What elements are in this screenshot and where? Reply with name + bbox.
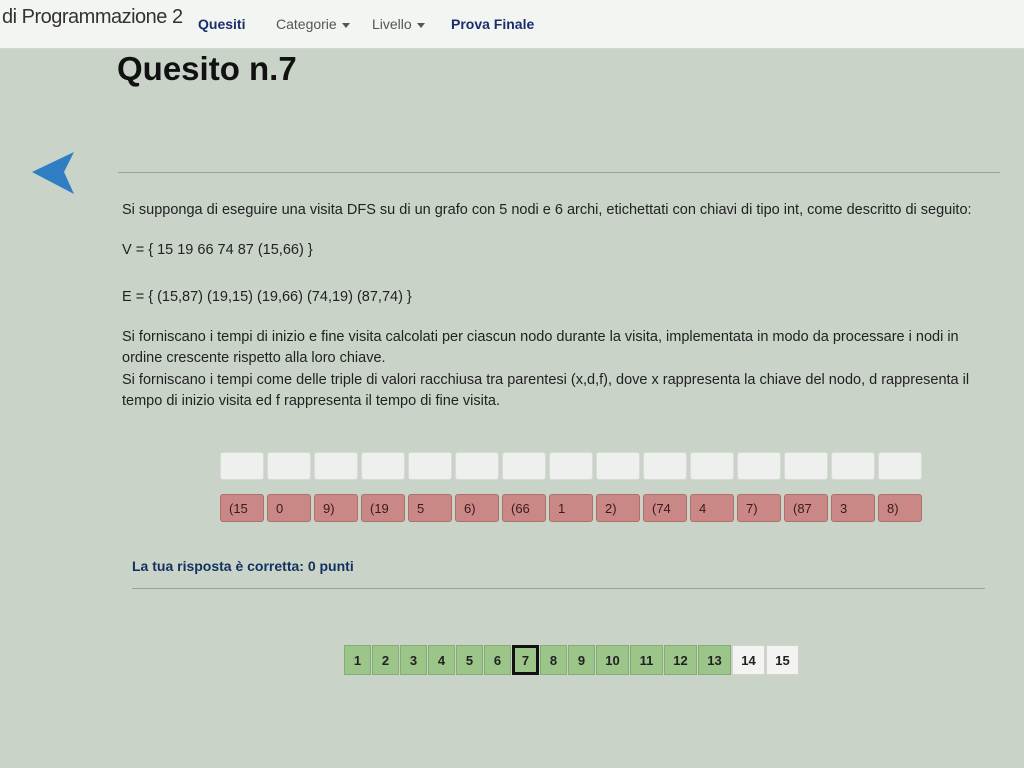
chevron-down-icon [416,22,425,28]
page-button-1[interactable]: 1 [344,645,371,675]
correct-answer-cell: 2) [596,494,640,522]
nav-categorie-label: Categorie [276,16,337,32]
page-button-6[interactable]: 6 [484,645,511,675]
correct-answer-cell: (66 [502,494,546,522]
page-button-2[interactable]: 2 [372,645,399,675]
divider [118,172,1000,173]
top-navbar: di Programmazione 2 Quesiti Categorie Li… [0,0,1024,49]
question-intro: Si supponga di eseguire una visita DFS s… [122,202,972,218]
answer-input-cell[interactable] [361,452,405,480]
answer-input-cell[interactable] [596,452,640,480]
correct-answer-cell: (15 [220,494,264,522]
answer-input-cell[interactable] [408,452,452,480]
answer-input-cell[interactable] [455,452,499,480]
brand-title[interactable]: di Programmazione 2 [2,6,183,29]
page-button-15[interactable]: 15 [766,645,799,675]
correct-answer-cell: (19 [361,494,405,522]
correct-answer-cell: 8) [878,494,922,522]
page-button-11[interactable]: 11 [630,645,663,675]
result-message: La tua risposta è corretta: 0 punti [132,558,354,574]
correct-answer-cell: (87 [784,494,828,522]
correct-answer-cell: 5 [408,494,452,522]
question-format-instructions: Si forniscano i tempi come delle triple … [122,372,970,409]
page-button-13[interactable]: 13 [698,645,731,675]
page-button-8[interactable]: 8 [540,645,567,675]
answer-input-cell[interactable] [690,452,734,480]
answer-input-cell[interactable] [784,452,828,480]
page-button-7[interactable]: 7 [512,645,539,675]
correct-answer-cell: 9) [314,494,358,522]
answer-input-cell[interactable] [267,452,311,480]
divider [132,588,985,589]
chevron-down-icon [341,22,350,28]
answer-input-cell[interactable] [549,452,593,480]
page-button-12[interactable]: 12 [664,645,697,675]
answer-input-cell[interactable] [502,452,546,480]
correct-answers-row: (15 0 9) (19 5 6) (66 1 2) (74 4 7) (87 3 8) [220,494,922,522]
correct-answer-cell: 4 [690,494,734,522]
answer-input-cell[interactable] [220,452,264,480]
answer-input-cell[interactable] [737,452,781,480]
vertex-set: V = { 15 19 66 74 87 (15,66) } [122,242,313,258]
page-title: Quesito n.7 [117,50,297,87]
answer-input-cell[interactable] [314,452,358,480]
nav-prova-finale[interactable]: Prova Finale [451,16,534,32]
nav-livello-label: Livello [372,16,412,32]
back-arrow-icon[interactable] [30,150,78,198]
correct-answer-cell: 7) [737,494,781,522]
answer-input-cell[interactable] [831,452,875,480]
nav-quesiti[interactable]: Quesiti [198,16,245,32]
edge-set: E = { (15,87) (19,15) (19,66) (74,19) (8… [122,289,412,305]
correct-answer-cell: 6) [455,494,499,522]
correct-answer-cell: 3 [831,494,875,522]
nav-categorie-dropdown[interactable]: Categorie [276,16,350,32]
page-button-4[interactable]: 4 [428,645,455,675]
page-button-3[interactable]: 3 [400,645,427,675]
page-button-14[interactable]: 14 [732,645,765,675]
answer-input-cell[interactable] [878,452,922,480]
correct-answer-cell: 0 [267,494,311,522]
page-button-10[interactable]: 10 [596,645,629,675]
page-button-9[interactable]: 9 [568,645,595,675]
correct-answer-cell: 1 [549,494,593,522]
correct-answer-cell: (74 [643,494,687,522]
answer-inputs-row [220,452,922,480]
nav-livello-dropdown[interactable]: Livello [372,16,425,32]
question-pagination: 1 2 3 4 5 6 7 8 9 10 11 12 13 14 15 [344,645,800,675]
page-button-5[interactable]: 5 [456,645,483,675]
answer-input-cell[interactable] [643,452,687,480]
question-instructions: Si forniscano i tempi di inizio e fine v… [122,329,959,366]
